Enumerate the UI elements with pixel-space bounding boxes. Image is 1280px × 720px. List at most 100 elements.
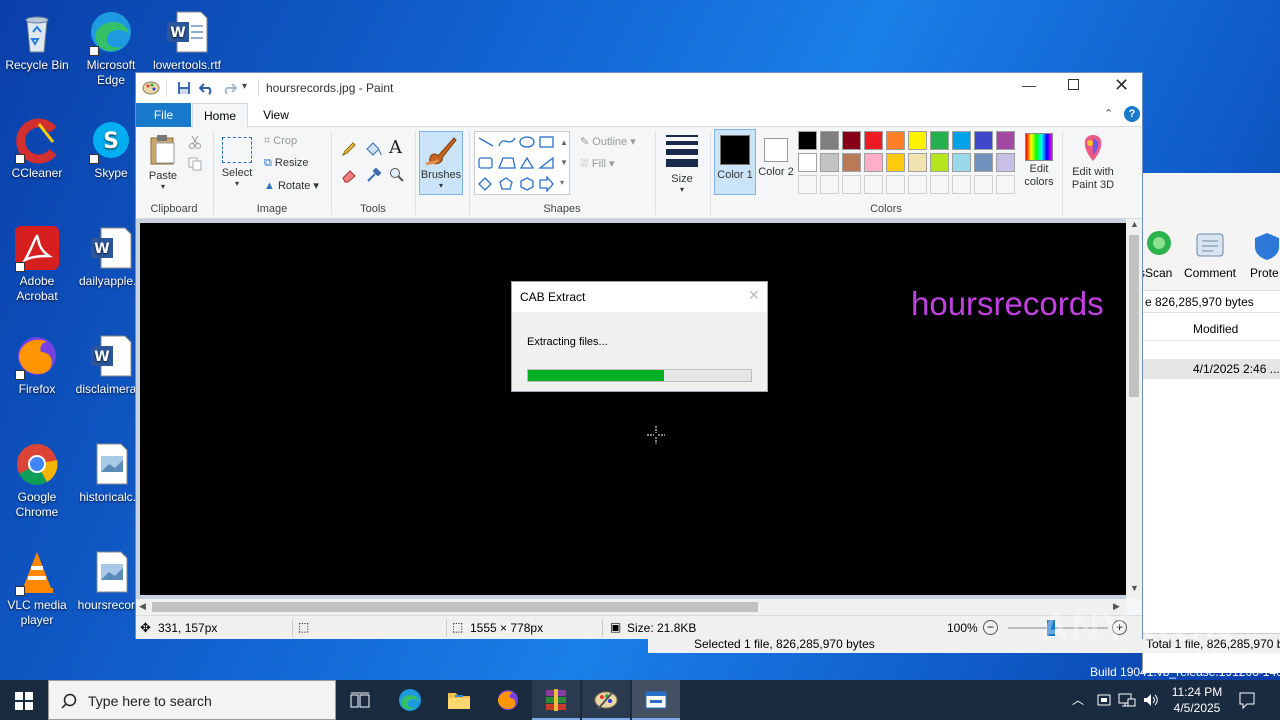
magnifier-icon[interactable]: [389, 167, 405, 183]
palette-swatch[interactable]: [842, 131, 861, 150]
palette-swatch[interactable]: [820, 153, 839, 172]
crop-button[interactable]: ⌗ Crop: [264, 135, 297, 148]
palette-swatch[interactable]: [996, 131, 1015, 150]
redo-icon[interactable]: [221, 81, 237, 95]
taskbar-firefox[interactable]: [484, 680, 532, 720]
network-icon[interactable]: [1118, 692, 1136, 708]
desktop-icon-vlc[interactable]: VLC media player: [0, 548, 74, 628]
cab-extract-dialog[interactable]: CAB Extract ✕ Extracting files...: [511, 281, 768, 392]
tab-home[interactable]: Home: [192, 103, 248, 128]
dialog-title-bar[interactable]: CAB Extract ✕: [512, 282, 767, 312]
palette-swatch[interactable]: [886, 175, 905, 194]
edit-with-paint3d-button[interactable]: Edit with Paint 3D: [1066, 131, 1120, 195]
scroll-down-arrow[interactable]: ▼: [1130, 583, 1139, 593]
desktop-icon-ccleaner[interactable]: CCleaner: [0, 116, 74, 181]
rotate-button[interactable]: ▲ Rotate ▾: [264, 179, 319, 192]
background-archive-window[interactable]: sScan Comment Prote e 826,285,970 bytes …: [1139, 173, 1280, 673]
desktop-icon-lowertools[interactable]: W lowertools.rtf: [150, 8, 224, 73]
palette-swatch[interactable]: [908, 153, 927, 172]
task-view-button[interactable]: [336, 680, 384, 720]
color2-button[interactable]: Color 2: [758, 129, 794, 195]
palette-swatch[interactable]: [820, 131, 839, 150]
taskbar-winrar[interactable]: [532, 680, 580, 720]
outline-button[interactable]: ✎ Outline ▾: [580, 135, 636, 148]
palette-swatch[interactable]: [952, 153, 971, 172]
scroll-up-arrow[interactable]: ▲: [1130, 219, 1139, 229]
palette-swatch[interactable]: [996, 153, 1015, 172]
color-picker-icon[interactable]: [366, 167, 382, 183]
taskbar-file-explorer[interactable]: [434, 680, 482, 720]
palette-swatch[interactable]: [842, 175, 861, 194]
palette-swatch[interactable]: [864, 131, 883, 150]
palette-swatch[interactable]: [908, 175, 927, 194]
palette-swatch[interactable]: [952, 131, 971, 150]
palette-swatch[interactable]: [798, 131, 817, 150]
palette-swatch[interactable]: [864, 175, 883, 194]
maximize-button[interactable]: [1068, 79, 1079, 90]
palette-swatch[interactable]: [974, 153, 993, 172]
palette-swatch[interactable]: [930, 153, 949, 172]
shapes-scroll[interactable]: ▲ ▼ ▾: [560, 133, 568, 193]
palette-swatch[interactable]: [974, 175, 993, 194]
vertical-scroll-thumb[interactable]: [1129, 235, 1139, 397]
desktop-icon-firefox[interactable]: Firefox: [0, 332, 74, 397]
dialog-close-button[interactable]: ✕: [748, 287, 760, 304]
color-palette[interactable]: [798, 131, 1022, 197]
horizontal-scroll-thumb[interactable]: [152, 602, 758, 612]
taskbar-cab-extract[interactable]: [632, 680, 680, 720]
vertical-scrollbar[interactable]: ▲ ▼: [1126, 219, 1142, 599]
cut-icon[interactable]: [188, 135, 202, 149]
customize-toolbar-icon[interactable]: ▾: [242, 81, 247, 92]
palette-swatch[interactable]: [996, 175, 1015, 194]
palette-swatch[interactable]: [908, 131, 927, 150]
column-header-modified[interactable]: Modified: [1143, 317, 1280, 341]
pencil-icon[interactable]: [341, 141, 357, 157]
security-tray-icon[interactable]: [1096, 692, 1112, 708]
canvas-workspace[interactable]: hoursrecords: [136, 219, 1142, 599]
palette-swatch[interactable]: [974, 131, 993, 150]
palette-swatch[interactable]: [930, 175, 949, 194]
close-button[interactable]: ✕: [1114, 75, 1129, 96]
volume-icon[interactable]: [1142, 692, 1160, 708]
collapse-ribbon-icon[interactable]: ⌃: [1104, 107, 1113, 120]
text-tool-icon[interactable]: A: [389, 137, 402, 158]
edit-colors-button[interactable]: Edit colors: [1020, 131, 1058, 195]
show-hidden-icons-icon[interactable]: ︿: [1072, 691, 1084, 708]
fill-bucket-icon[interactable]: [364, 141, 382, 157]
taskbar-edge[interactable]: [386, 680, 434, 720]
start-button[interactable]: [0, 680, 48, 720]
file-row-modified[interactable]: 4/1/2025 2:46 ...: [1143, 359, 1280, 379]
zoom-out-button[interactable]: −: [983, 620, 998, 635]
palette-swatch[interactable]: [930, 131, 949, 150]
palette-swatch[interactable]: [864, 153, 883, 172]
resize-button[interactable]: ⧉ Resize: [264, 157, 309, 170]
image-canvas[interactable]: hoursrecords: [140, 223, 1126, 595]
scroll-left-arrow[interactable]: ◀: [139, 601, 146, 612]
palette-swatch[interactable]: [886, 153, 905, 172]
palette-swatch[interactable]: [886, 131, 905, 150]
minimize-button[interactable]: —: [1022, 77, 1036, 93]
taskbar-search-box[interactable]: Type here to search: [48, 680, 336, 720]
save-icon[interactable]: [177, 81, 191, 95]
select-button[interactable]: Select ▾: [218, 131, 256, 195]
palette-swatch[interactable]: [952, 175, 971, 194]
horizontal-scrollbar[interactable]: ◀ ▶: [136, 599, 1126, 615]
size-button[interactable]: Size ▾: [660, 131, 704, 195]
palette-swatch[interactable]: [798, 175, 817, 194]
clock[interactable]: 11:24 PM 4/5/2025: [1166, 684, 1228, 716]
taskbar-paint[interactable]: [582, 680, 630, 720]
help-icon[interactable]: ?: [1124, 106, 1140, 122]
desktop-icon-acrobat[interactable]: Adobe Acrobat: [0, 224, 74, 304]
fill-button[interactable]: ⛆ Fill ▾: [580, 157, 615, 171]
eraser-icon[interactable]: [341, 167, 357, 183]
copy-icon[interactable]: [188, 157, 202, 171]
palette-swatch[interactable]: [820, 175, 839, 194]
title-bar[interactable]: ▾ hoursrecords.jpg - Paint — ✕: [136, 73, 1142, 103]
desktop-icon-chrome[interactable]: Google Chrome: [0, 440, 74, 520]
tab-file[interactable]: File: [136, 103, 191, 127]
tab-view[interactable]: View: [250, 103, 302, 127]
palette-swatch[interactable]: [842, 153, 861, 172]
palette-swatch[interactable]: [798, 153, 817, 172]
shapes-gallery[interactable]: [474, 131, 570, 195]
undo-icon[interactable]: [199, 81, 215, 95]
